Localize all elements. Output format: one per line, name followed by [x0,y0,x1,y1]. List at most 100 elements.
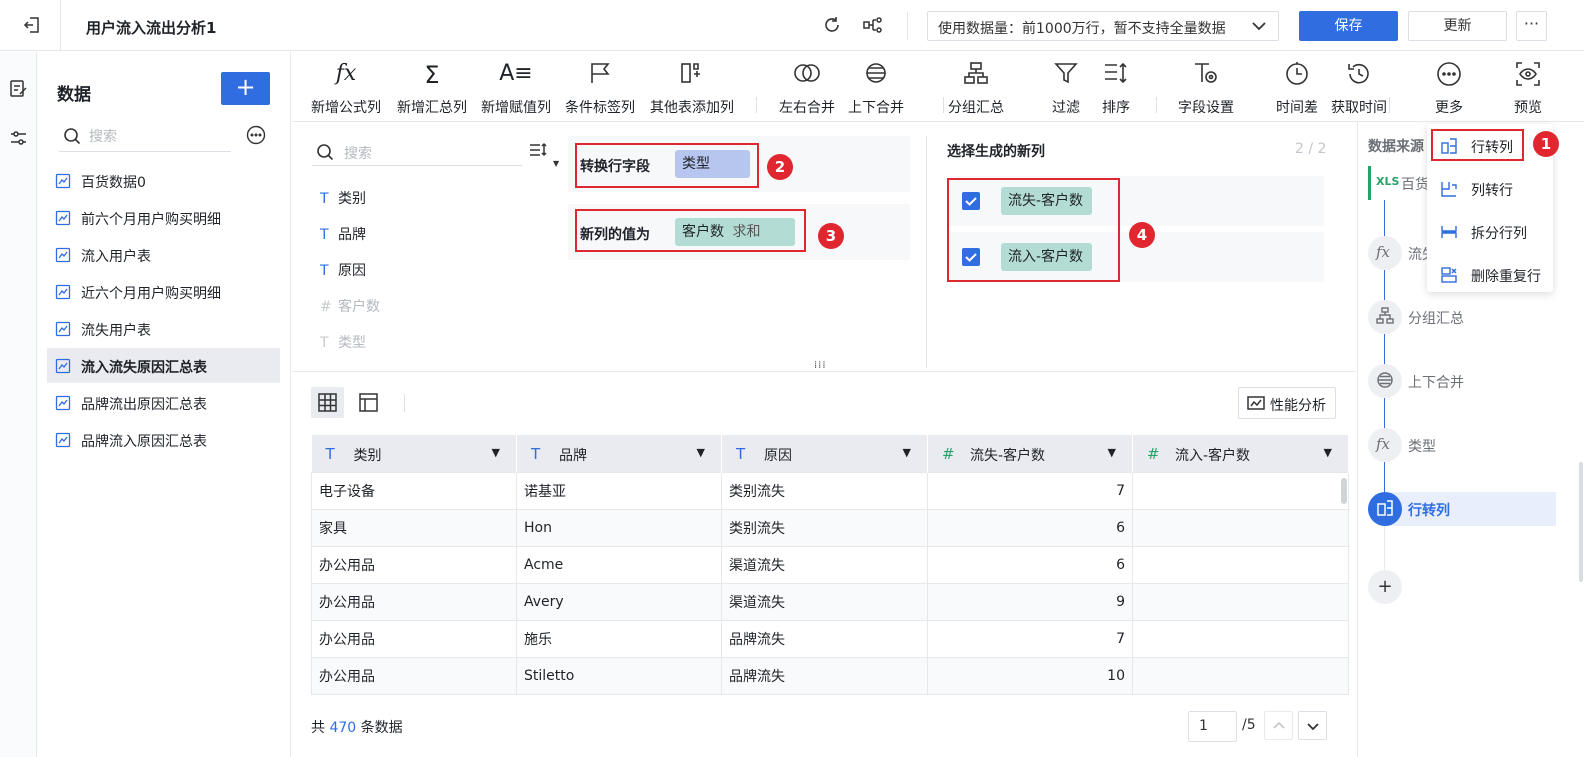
table-cell[interactable]: 家具 [311,508,517,547]
column-header[interactable]: T 品牌 ▼ [516,435,722,472]
table-cell[interactable]: 施乐 [516,619,722,658]
add-formula-column-tool[interactable]: fx 新增公式列 [298,52,394,122]
condition-tag-column-tool[interactable]: 条件标签列 [552,52,648,122]
table-cell[interactable]: 办公用品 [311,582,517,621]
caret-down-icon[interactable]: ▼ [1108,446,1116,459]
more-options-button[interactable]: ··· [1516,11,1547,41]
add-assign-column-tool[interactable]: A≡ 新增赋值列 [468,52,564,122]
preview-tool[interactable]: 预览 [1480,52,1576,122]
update-button[interactable]: 更新 [1408,11,1507,41]
column-header[interactable]: T 原因 ▼ [721,435,928,472]
panel-scrollbar[interactable] [1579,462,1583,582]
table-cell[interactable]: 办公用品 [311,656,517,695]
table-cell[interactable]: 办公用品 [311,619,517,658]
field-item[interactable]: T 品牌 [320,224,366,244]
step-item[interactable]: 上下合并 [1368,364,1556,398]
refresh-icon[interactable] [822,15,842,35]
performance-analysis-button[interactable]: 性能分析 [1238,387,1336,419]
column-header[interactable]: # 流入-客户数 ▼ [1132,435,1349,472]
caret-down-icon[interactable]: ▼ [1324,446,1332,459]
table-cell[interactable]: 类别流失 [721,471,928,510]
menu-item-remove-duplicates[interactable]: 删除重复行 [1427,258,1553,292]
table-cell[interactable]: 渠道流失 [721,545,928,584]
get-time-tool[interactable]: 获取时间 [1311,52,1407,122]
column-header[interactable]: T 类别 ▼ [311,435,517,472]
field-item[interactable]: # 客户数 [320,296,380,316]
table-cell[interactable]: 电子设备 [311,471,517,510]
table-cell[interactable]: 6 [927,508,1133,547]
lineage-icon[interactable] [862,15,884,35]
table-cell[interactable]: 诺基亚 [516,471,722,510]
tool-label: 条件标签列 [565,100,635,116]
field-item[interactable]: T 类别 [320,188,366,208]
dataset-item[interactable]: 前六个月用户购买明细 [47,200,280,235]
dataset-item[interactable]: 近六个月用户购买明细 [47,274,280,309]
menu-item-column-to-row[interactable]: 列转行 [1427,172,1553,206]
caret-down-icon[interactable]: ▼ [492,446,500,459]
dataset-item[interactable]: 流入用户表 [47,237,280,272]
table-row: 办公用品 Avery 渠道流失 9 [311,582,1349,621]
dataset-item[interactable]: 流入流失原因汇总表 [47,348,280,383]
dataset-item[interactable]: 品牌流出原因汇总表 [47,385,280,420]
add-column-from-table-tool[interactable]: 其他表添加列 [644,52,740,122]
table-cell[interactable]: 渠道流失 [721,582,928,621]
table-cell[interactable]: 6 [927,545,1133,584]
top-bottom-merge-tool[interactable]: 上下合并 [828,52,924,122]
table-cell[interactable] [1132,508,1349,547]
field-item[interactable]: T 类型 [320,332,366,352]
sort-tool[interactable]: 排序 [1068,52,1164,122]
dataset-item[interactable]: 品牌流入原因汇总表 [47,422,280,457]
table-cell[interactable]: 类别流失 [721,508,928,547]
menu-item-split-row-column[interactable]: 拆分行列 [1427,215,1553,249]
caret-down-icon[interactable]: ▼ [903,446,911,459]
table-cell[interactable] [1132,471,1349,510]
caret-down-icon: ▼ [553,159,560,168]
dataset-item[interactable]: 百货数据0 [47,163,280,198]
more-circle-icon[interactable] [246,125,266,145]
dataset-item[interactable]: 流失用户表 [47,311,280,346]
sort-icon[interactable] [529,142,551,162]
page-input[interactable]: 1 [1188,711,1237,742]
table-cell[interactable]: 品牌流失 [721,656,928,695]
add-summary-column-tool[interactable]: Σ 新增汇总列 [384,52,480,122]
preview-table-area: 性能分析 T 类别 ▼ T 品牌 ▼ T 原因 ▼ # 流失-客户数 ▼ # 流入-客户数 ▼ 电子设备 诺基… [292,373,1356,757]
add-data-button[interactable]: + [221,72,270,105]
formula-icon: fx [1368,428,1402,462]
data-search-input[interactable]: 搜索 [59,121,231,152]
table-cell[interactable]: 7 [927,471,1133,510]
table-scrollbar[interactable] [1341,478,1347,504]
layout-view-button[interactable] [352,387,385,418]
table-cell[interactable]: 7 [927,619,1133,658]
step-item[interactable]: fx 类型 [1368,428,1556,462]
table-cell[interactable]: 9 [927,582,1133,621]
step-item[interactable]: 行转列 [1368,492,1556,526]
next-page-button[interactable] [1298,711,1327,740]
table-cell[interactable]: Avery [516,582,722,621]
grid-view-button[interactable] [311,387,344,418]
table-cell[interactable] [1132,619,1349,658]
table-cell[interactable] [1132,545,1349,584]
caret-down-icon[interactable]: ▼ [697,446,705,459]
step-item[interactable]: 分组汇总 [1368,300,1556,334]
table-cell[interactable] [1132,582,1349,621]
table-cell[interactable] [1132,656,1349,695]
table-cell[interactable]: 办公用品 [311,545,517,584]
prev-page-button[interactable] [1264,711,1293,740]
table-cell[interactable]: Hon [516,508,722,547]
table-cell[interactable]: 10 [927,656,1133,695]
column-header[interactable]: # 流失-客户数 ▼ [927,435,1133,472]
table-cell[interactable]: 品牌流失 [721,619,928,658]
add-step-button[interactable]: + [1368,570,1402,604]
row-to-column-config: 搜索 ▼ T 类别 T 品牌 T 原因 # 客户数 T 类型 转换行字段 类型 2 新列的值为 客… [292,122,1356,372]
data-size-select[interactable]: 使用数据量：前1000万行，暂不支持全量数据 [927,11,1279,41]
field-settings-tool[interactable]: 字段设置 [1158,52,1254,122]
field-search-input[interactable]: 搜索 [312,138,522,166]
exit-icon[interactable] [22,15,42,35]
table-cell[interactable]: Stiletto [516,656,722,695]
settings-sliders-icon[interactable] [9,129,28,148]
table-cell[interactable]: Acme [516,545,722,584]
save-button[interactable]: 保存 [1299,11,1398,41]
data-edit-icon[interactable] [9,79,28,98]
resize-handle[interactable]: ⁞⁞⁞ [814,360,827,371]
field-item[interactable]: T 原因 [320,260,366,280]
